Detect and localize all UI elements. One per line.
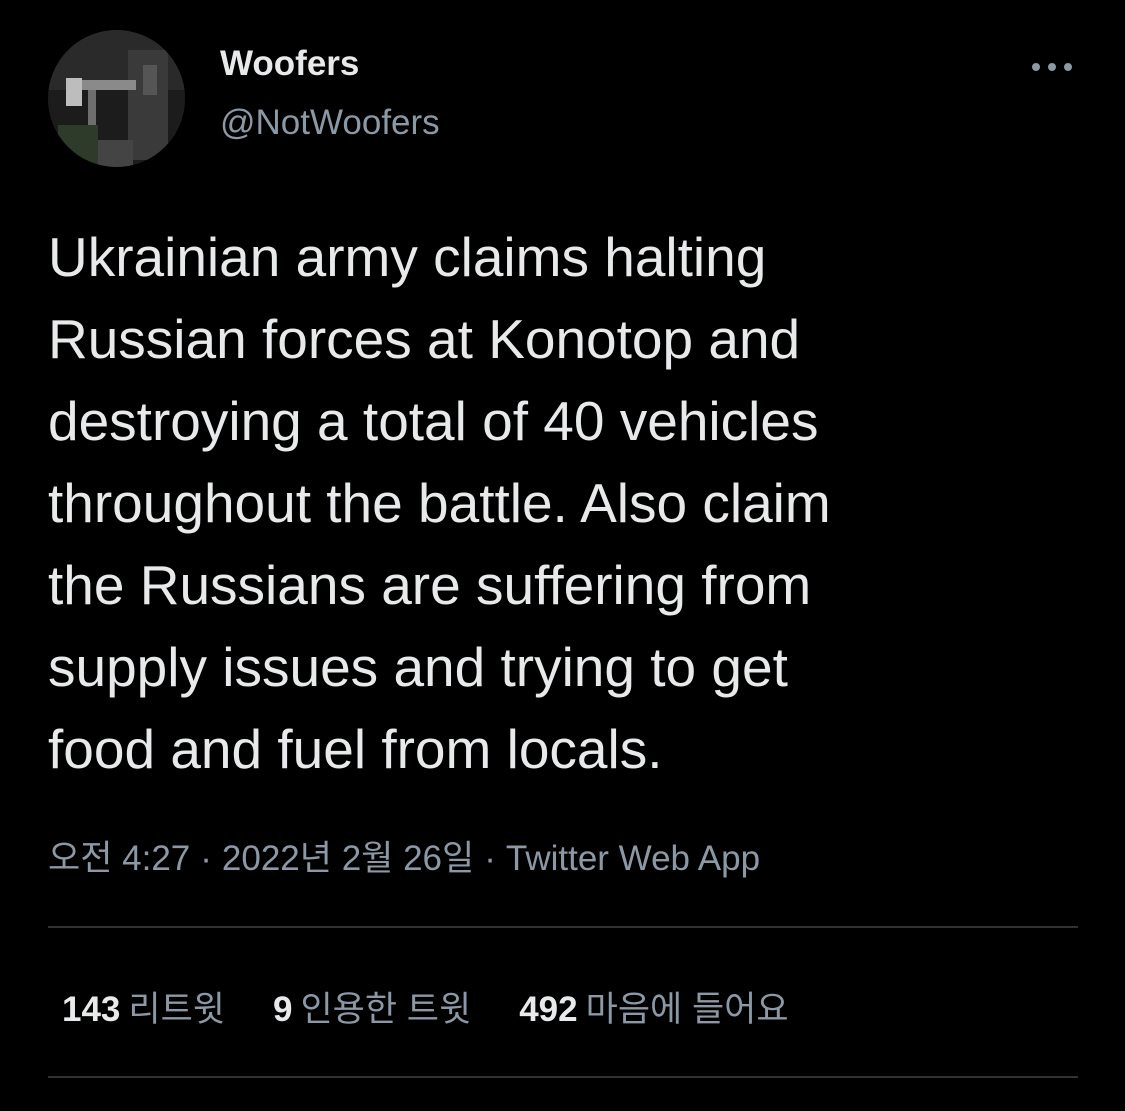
tweet-text-line: Ukrainian army claims halting [48,226,767,288]
tweet-stats: 143 리트윗 9 인용한 트윗 492 마음에 들어요 [62,981,837,1032]
meta-separator: · [484,839,496,878]
user-handle[interactable]: @NotWoofers [220,103,440,143]
tweet-text-line: supply issues and trying to get [48,636,788,698]
more-options-button[interactable] [1022,48,1082,84]
likes-stat[interactable]: 492 마음에 들어요 [519,981,788,1032]
avatar[interactable] [48,30,185,167]
tweet-text-line: food and fuel from locals. [48,718,663,780]
quote-count: 9 [273,990,293,1029]
divider [48,1076,1078,1078]
more-dots-icon [1048,63,1056,71]
tweet-source[interactable]: Twitter Web App [506,839,760,878]
quote-label: 인용한 트윗 [300,990,472,1029]
tweet-text-line: Russian forces at Konotop and [48,308,801,370]
quotes-stat[interactable]: 9 인용한 트윗 [273,981,471,1032]
retweet-label: 리트윗 [128,990,226,1029]
tweet-text-line: destroying a total of 40 vehicles [48,390,819,452]
display-name[interactable]: Woofers [220,44,359,84]
tweet-time[interactable]: 오전 4:27 [48,839,190,878]
tweet-card: Woofers @NotWoofers Ukrainian army claim… [0,0,1125,1111]
more-dots-icon [1064,63,1072,71]
divider [48,926,1078,928]
more-dots-icon [1032,63,1040,71]
like-label: 마음에 들어요 [585,990,789,1029]
retweet-count: 143 [62,990,121,1029]
tweet-text: Ukrainian army claims halting Russian fo… [48,216,1088,790]
tweet-date[interactable]: 2022년 2월 26일 [222,839,474,878]
retweets-stat[interactable]: 143 리트윗 [62,981,225,1032]
avatar-image [48,30,185,167]
like-count: 492 [519,990,578,1029]
meta-separator: · [200,839,212,878]
tweet-meta: 오전 4:27 · 2022년 2월 26일 · Twitter Web App [48,830,760,881]
tweet-text-line: throughout the battle. Also claim [48,472,831,534]
tweet-text-line: the Russians are suffering from [48,554,812,616]
